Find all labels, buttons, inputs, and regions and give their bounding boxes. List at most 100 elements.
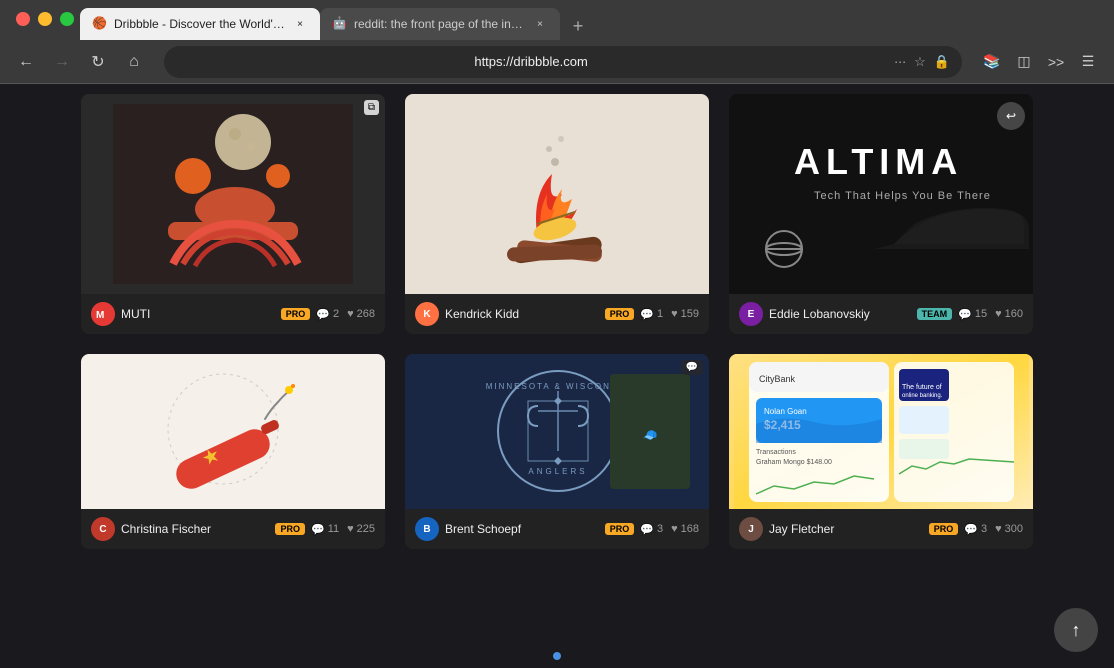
toolbar: ← → ↻ ⌂ https://dribbble.com ⋯ ☆ 🔒 📚 ◫ >…: [0, 40, 1114, 84]
content-area: ⧉ M MUTI PRO 💬 2 ♥ 268: [0, 84, 1114, 668]
comment-icon-k: 💬: [640, 308, 654, 321]
comment-icon-b: 💬: [640, 523, 654, 536]
svg-text:CityBank: CityBank: [759, 374, 796, 384]
card-kendrick[interactable]: K Kendrick Kidd PRO 💬 1 ♥ 159: [405, 94, 709, 334]
kendrick-username: Kendrick Kidd: [445, 307, 599, 321]
heart-icon-e: ♥: [995, 308, 1002, 320]
svg-text:The future of: The future of: [902, 384, 942, 391]
tab-reddit-close[interactable]: ×: [532, 16, 548, 32]
card-jay-image: CityBank Nolan Goan $2,415 Transactions …: [729, 354, 1033, 509]
muti-avatar: M: [91, 302, 115, 326]
campfire-artwork: [437, 94, 677, 294]
traffic-lights[interactable]: [16, 12, 74, 26]
forward-button[interactable]: →: [48, 48, 76, 76]
heart-icon-b: ♥: [671, 523, 678, 535]
fullscreen-button[interactable]: [60, 12, 74, 26]
brent-stats: 💬 3 ♥ 168: [640, 523, 699, 536]
heart-icon: ♥: [347, 308, 354, 320]
christina-badge: PRO: [275, 523, 305, 535]
svg-text:Graham Mongo $148.00: Graham Mongo $148.00: [756, 459, 832, 466]
cards-grid: ⧉ M MUTI PRO 💬 2 ♥ 268: [0, 84, 1114, 555]
muti-comments: 💬 2: [316, 308, 339, 321]
dribbble-favicon: 🏀: [92, 16, 108, 32]
svg-text:🧢: 🧢: [642, 428, 657, 442]
jay-stats: 💬 3 ♥ 300: [964, 523, 1023, 536]
kendrick-likes: ♥ 159: [671, 308, 699, 320]
brent-comment-count: 3: [657, 523, 663, 535]
muti-badge: PRO: [281, 308, 311, 320]
card-muti-image: ⧉: [81, 94, 385, 294]
tab-reddit[interactable]: 🤖 reddit: the front page of the internet…: [320, 8, 560, 40]
brent-likes: ♥ 168: [671, 523, 699, 535]
svg-text:Transactions: Transactions: [756, 449, 796, 456]
heart-icon-k: ♥: [671, 308, 678, 320]
brent-badge: PRO: [605, 523, 635, 535]
jay-username: Jay Fletcher: [769, 522, 923, 536]
refresh-button[interactable]: ↻: [84, 48, 112, 76]
address-bar[interactable]: https://dribbble.com ⋯ ☆ 🔒: [164, 46, 962, 78]
muti-likes: ♥ 268: [347, 308, 375, 320]
card-muti[interactable]: ⧉ M MUTI PRO 💬 2 ♥ 268: [81, 94, 385, 334]
heart-icon-c: ♥: [347, 523, 354, 535]
minimize-button[interactable]: [38, 12, 52, 26]
eddie-likes: ♥ 160: [995, 308, 1023, 320]
muti-artwork: [113, 104, 353, 284]
svg-text:Tech That Helps You Be There: Tech That Helps You Be There: [814, 190, 991, 202]
bookmark-icon[interactable]: ☆: [914, 54, 926, 70]
svg-text:ALTIMA: ALTIMA: [794, 141, 963, 182]
comment-overlay: 💬: [681, 360, 703, 375]
christina-avatar: C: [91, 517, 115, 541]
sidebar-icon[interactable]: ◫: [1010, 48, 1038, 76]
home-button[interactable]: ⌂: [120, 48, 148, 76]
back-button[interactable]: ←: [12, 48, 40, 76]
lock-icon[interactable]: 🔒: [934, 54, 950, 70]
tab-dribbble-close[interactable]: ×: [292, 16, 308, 32]
eddie-comments: 💬 15: [958, 308, 987, 321]
brent-avatar: B: [415, 517, 439, 541]
back-to-top-button[interactable]: ↑: [1054, 608, 1098, 652]
extensions-icon[interactable]: >>: [1042, 48, 1070, 76]
library-icon[interactable]: 📚: [978, 48, 1006, 76]
brent-like-count: 168: [681, 523, 699, 535]
altima-artwork: ALTIMA Tech That Helps You Be There: [734, 94, 1029, 294]
jay-badge: PRO: [929, 523, 959, 535]
jay-comment-count: 3: [981, 523, 987, 535]
svg-text:online banking.: online banking.: [902, 393, 943, 399]
close-button[interactable]: [16, 12, 30, 26]
svg-text:MINNESOTA & WISCONSIN: MINNESOTA & WISCONSIN: [485, 382, 630, 391]
eddie-username: Eddie Lobanovskiy: [769, 307, 911, 321]
card-anglers[interactable]: MINNESOTA & WISCONSIN ANGLERS 🧢 💬 B Bren…: [405, 354, 709, 549]
eddie-comment-count: 15: [975, 308, 987, 320]
cannon-artwork: ★: [113, 354, 353, 509]
brent-comments: 💬 3: [640, 523, 663, 536]
card-altima-footer: E Eddie Lobanovskiy TEAM 💬 15 ♥ 160: [729, 294, 1033, 334]
more-options-icon[interactable]: ⋯: [894, 55, 906, 69]
jay-like-count: 300: [1005, 523, 1023, 535]
tab-dribbble[interactable]: 🏀 Dribbble - Discover the World's Top De…: [80, 8, 320, 40]
back-to-top-icon: ↑: [1072, 620, 1081, 641]
christina-username: Christina Fischer: [121, 522, 269, 536]
new-tab-button[interactable]: +: [564, 12, 592, 40]
card-altima[interactable]: ALTIMA Tech That Helps You Be There ↩ E …: [729, 94, 1033, 334]
card-kendrick-footer: K Kendrick Kidd PRO 💬 1 ♥ 159: [405, 294, 709, 334]
kendrick-avatar: K: [415, 302, 439, 326]
kendrick-badge: PRO: [605, 308, 635, 320]
christina-likes: ♥ 225: [347, 523, 375, 535]
brent-username: Brent Schoepf: [445, 522, 599, 536]
muti-comment-count: 2: [333, 308, 339, 320]
kendrick-stats: 💬 1 ♥ 159: [640, 308, 699, 321]
svg-text:ANGLERS: ANGLERS: [528, 467, 587, 476]
reblog-icon: ↩: [997, 102, 1025, 130]
kendrick-like-count: 159: [681, 308, 699, 320]
comment-icon-c: 💬: [311, 523, 325, 536]
card-jay[interactable]: CityBank Nolan Goan $2,415 Transactions …: [729, 354, 1033, 549]
card-cannon[interactable]: ★ C Christina Fischer PRO 💬 11 ♥ 225: [81, 354, 385, 549]
eddie-avatar: E: [739, 302, 763, 326]
toolbar-icons: 📚 ◫ >> ☰: [978, 48, 1102, 76]
comment-icon: 💬: [316, 308, 330, 321]
scroll-indicator: [553, 652, 561, 660]
comment-icon-e: 💬: [958, 308, 972, 321]
tab-dribbble-label: Dribbble - Discover the World's Top Desi…: [114, 17, 286, 31]
menu-icon[interactable]: ☰: [1074, 48, 1102, 76]
multi-window-icon: ⧉: [364, 100, 379, 115]
